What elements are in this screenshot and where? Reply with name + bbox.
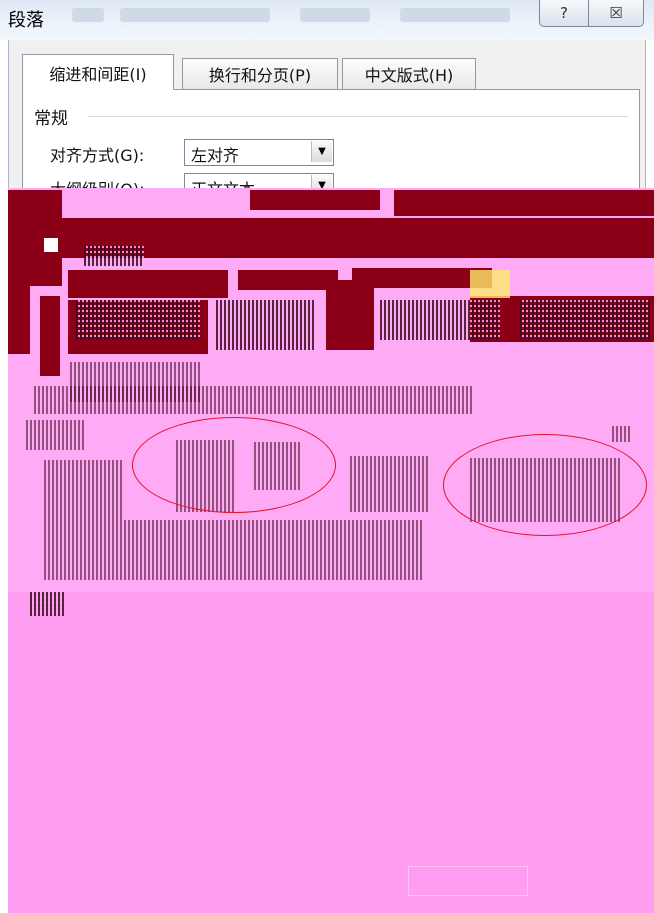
tab-label: 换行和分页(P) (208, 66, 312, 85)
glitch-block (8, 286, 30, 354)
glitch-block (394, 190, 654, 216)
highlight-ellipse (443, 434, 647, 536)
glitch-noise (612, 426, 630, 442)
help-button[interactable]: ? (539, 0, 589, 27)
tab-asian-typography[interactable]: 中文版式(H) (342, 58, 476, 89)
glitch-noise (26, 420, 86, 450)
glitch-noise (380, 300, 500, 340)
tab-indent-spacing[interactable]: 缩进和间距(I) (22, 54, 174, 90)
tab-label: 缩进和间距(I) (49, 64, 147, 84)
glitch-noise (30, 592, 64, 616)
dialog-title: 段落 (8, 10, 44, 31)
glitch-block (40, 296, 60, 376)
glitch-noise (76, 300, 200, 340)
chevron-down-icon[interactable]: ▼ (311, 141, 332, 162)
blurred-title-fragment (400, 8, 510, 22)
ghost-button-outline (408, 866, 528, 896)
glitch-block (44, 238, 58, 252)
glitch-block (326, 280, 374, 350)
title-bar: 段落 ? ☒ (0, 0, 654, 40)
glitch-block (62, 218, 654, 258)
blurred-title-fragment (120, 8, 270, 22)
glitch-block (250, 190, 380, 210)
glitch-block (470, 270, 510, 298)
glitch-noise (84, 246, 144, 266)
alignment-select[interactable]: 左对齐 ▼ (184, 139, 334, 166)
alignment-value: 左对齐 (191, 146, 240, 165)
section-divider (88, 116, 628, 117)
glitch-noise (350, 456, 430, 512)
glitch-block (68, 270, 228, 298)
glitch-noise (520, 300, 650, 340)
close-button[interactable]: ☒ (588, 0, 644, 27)
glitch-noise (216, 300, 316, 350)
glitch-noise (34, 386, 474, 414)
highlight-ellipse (132, 417, 336, 513)
general-section-label: 常规 (34, 109, 68, 129)
corrupted-region-lower (8, 592, 654, 913)
blurred-title-fragment (72, 8, 104, 22)
alignment-label: 对齐方式(G): (50, 146, 145, 165)
tab-label: 中文版式(H) (364, 66, 454, 85)
glitch-noise (44, 520, 424, 580)
blurred-title-fragment (300, 8, 370, 22)
close-icon: ☒ (609, 4, 623, 22)
glitch-block (238, 270, 338, 290)
help-icon: ? (560, 4, 568, 22)
tab-line-page-breaks[interactable]: 换行和分页(P) (182, 58, 338, 89)
glitch-noise (44, 460, 124, 520)
